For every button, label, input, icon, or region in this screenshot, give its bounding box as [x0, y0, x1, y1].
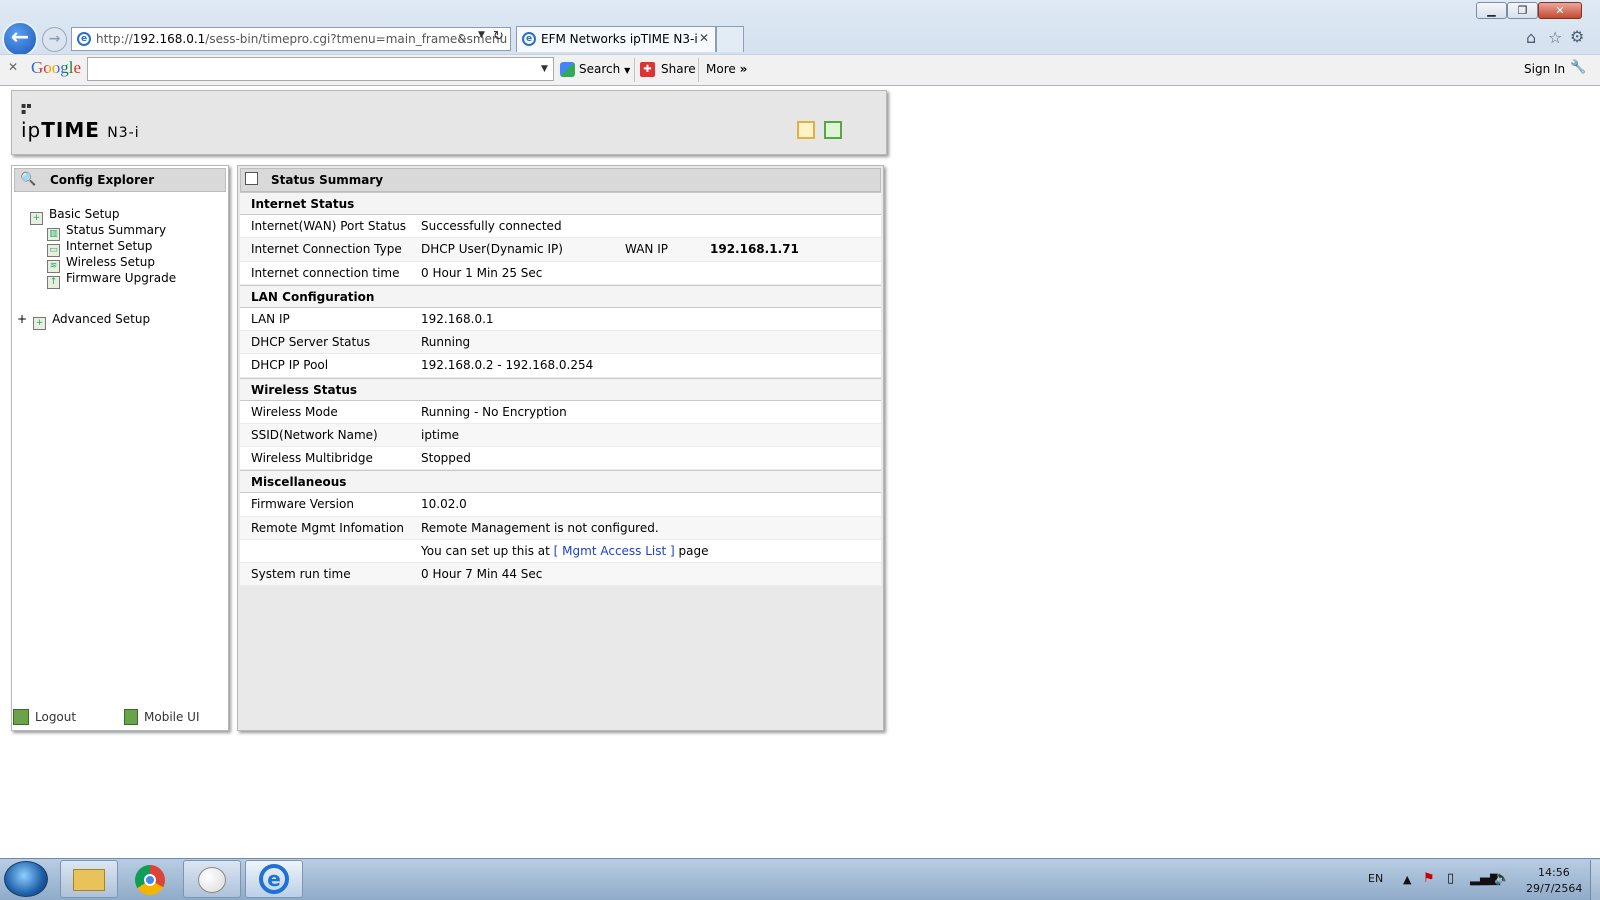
status-summary-header: Status Summary — [240, 168, 881, 192]
tab-close-icon[interactable]: ✕ — [699, 31, 709, 45]
ie-page-icon: e — [77, 32, 91, 46]
config-explorer-header: Config Explorer — [14, 168, 226, 192]
tab-main[interactable]: EFM Networks ipTIME N3-i — [516, 26, 716, 52]
google-search-input[interactable] — [87, 57, 554, 81]
url-host: 192.168.0.1 — [132, 32, 206, 46]
gear-icon[interactable]: ⚙ — [1570, 27, 1584, 46]
chrome-icon — [135, 865, 165, 895]
table-row: Internet(WAN) Port Status Successfully co… — [240, 215, 881, 239]
toolbar-divider — [634, 58, 635, 82]
folder-icon: + — [33, 317, 47, 330]
table-row: Firmware Version 10.02.0 — [240, 493, 881, 517]
google-logo: Google — [31, 58, 82, 77]
section-lan-configuration: LAN Configuration — [240, 284, 881, 308]
iptime-logo: ipTIME N3-i — [21, 118, 140, 142]
double-chevron-icon: » — [739, 62, 748, 76]
back-arrow-icon: ← — [10, 25, 30, 50]
mobile-icon — [124, 709, 138, 725]
table-row: LAN IP 192.168.0.1 — [240, 307, 881, 332]
search-dropdown-icon: ▼ — [624, 66, 631, 75]
table-row: SSID(Network Name) iptime — [240, 423, 881, 448]
close-window-button[interactable]: ✕ — [1538, 2, 1582, 19]
address-bar[interactable]: http://192.168.0.1/sess-bin/timepro.cgi?… — [71, 27, 511, 51]
ie-icon: e — [259, 864, 289, 894]
forward-arrow-icon: → — [48, 31, 61, 47]
clock-date[interactable]: 29/7/2564 — [1526, 882, 1582, 895]
save-icon[interactable] — [824, 121, 842, 139]
table-row: Internet Connection Type DHCP User(Dynami… — [240, 238, 881, 262]
new-tab-button[interactable] — [716, 26, 744, 52]
share-button[interactable]: Share — [661, 54, 696, 85]
search-icon[interactable]: ⌕ — [459, 30, 466, 45]
palette-icon — [198, 867, 226, 893]
table-row: DHCP IP Pool 192.168.0.2 - 192.168.0.254 — [240, 354, 881, 378]
table-row: Internet connection time 0 Hour 1 Min 25 … — [240, 261, 881, 285]
sign-in-link[interactable]: Sign In — [1524, 54, 1565, 85]
tab-ie-icon: e — [522, 32, 536, 46]
start-button[interactable] — [4, 861, 48, 897]
tree-advanced-setup[interactable]: + + Advanced Setup — [17, 311, 150, 330]
wrench-icon[interactable]: 🔧 — [1570, 60, 1586, 75]
home-icon[interactable]: ⌂ — [1526, 28, 1536, 47]
taskbar-chrome[interactable] — [121, 860, 179, 898]
taskbar-ie[interactable]: e — [245, 860, 303, 898]
show-desktop-button[interactable] — [1590, 860, 1600, 900]
volume-icon[interactable]: 🔊 — [1494, 871, 1510, 886]
table-row: You can set up this at [ Mgmt Access Lis… — [240, 539, 881, 563]
magnifier-icon: 🔍 — [20, 172, 37, 187]
section-miscellaneous: Miscellaneous — [240, 470, 881, 494]
action-center-icon[interactable]: ⚑ — [1423, 871, 1435, 886]
section-wireless-status: Wireless Status — [240, 377, 881, 401]
window-icon — [245, 172, 258, 185]
table-row: Remote Mgmt Infomation Remote Management … — [240, 516, 881, 540]
forward-button[interactable]: → — [42, 27, 67, 52]
taskbar-explorer[interactable] — [60, 860, 118, 898]
expand-plus-icon: + — [17, 312, 28, 326]
status-table: Internet Status Internet(WAN) Port Statu… — [240, 192, 881, 587]
router-header — [11, 90, 887, 155]
url-prefix: http:// — [96, 32, 133, 46]
favorites-star-icon[interactable]: ☆ — [1548, 28, 1562, 47]
more-button[interactable]: More » — [706, 54, 747, 85]
google-search-button[interactable]: Search ▼ — [579, 54, 630, 86]
taskbar-paint[interactable] — [183, 860, 241, 898]
share-icon: ✚ — [640, 62, 655, 77]
back-button[interactable]: ← — [2, 21, 38, 57]
section-internet-status: Internet Status — [240, 192, 881, 216]
toolbar-divider — [698, 58, 699, 82]
clock-time[interactable]: 14:56 — [1538, 866, 1570, 879]
google-search-dropdown-icon[interactable]: ▼ — [541, 64, 548, 74]
tray-expand-icon[interactable]: ▲ — [1403, 873, 1411, 886]
refresh-icon[interactable]: ↻ — [493, 29, 504, 44]
folder-icon — [73, 869, 105, 891]
restore-button[interactable]: ❐ — [1507, 2, 1538, 19]
language-indicator[interactable]: EN — [1368, 872, 1383, 885]
google-search-icon — [560, 62, 575, 77]
table-row: System run time 0 Hour 7 Min 44 Sec — [240, 563, 881, 587]
logout-shortcut-icon[interactable] — [797, 121, 815, 139]
mobile-ui-button[interactable]: Mobile UI — [124, 709, 200, 725]
logout-icon — [13, 709, 29, 725]
table-row: Wireless Mode Running - No Encryption — [240, 400, 881, 424]
address-dropdown-icon[interactable]: ▼ — [478, 30, 485, 40]
table-row: DHCP Server Status Running — [240, 331, 881, 355]
sidebar-item-firmware-upgrade[interactable]: ↑ Firmware Upgrade — [47, 270, 176, 289]
menu-dots-icon: ▪▪ ▪ — [21, 101, 32, 116]
upgrade-icon: ↑ — [47, 276, 60, 289]
minimize-button[interactable]: ▁ — [1476, 2, 1507, 19]
device-icon[interactable]: ▯ — [1447, 871, 1454, 886]
folder-icon: + — [30, 212, 43, 225]
toolbar-close-icon[interactable]: ✕ — [8, 60, 18, 74]
table-row: Wireless Multibridge Stopped — [240, 447, 881, 471]
logout-button[interactable]: Logout — [13, 709, 76, 725]
mgmt-access-list-link[interactable]: [ Mgmt Access List ] — [554, 544, 675, 558]
tab-title: EFM Networks ipTIME N3-i — [541, 32, 698, 46]
